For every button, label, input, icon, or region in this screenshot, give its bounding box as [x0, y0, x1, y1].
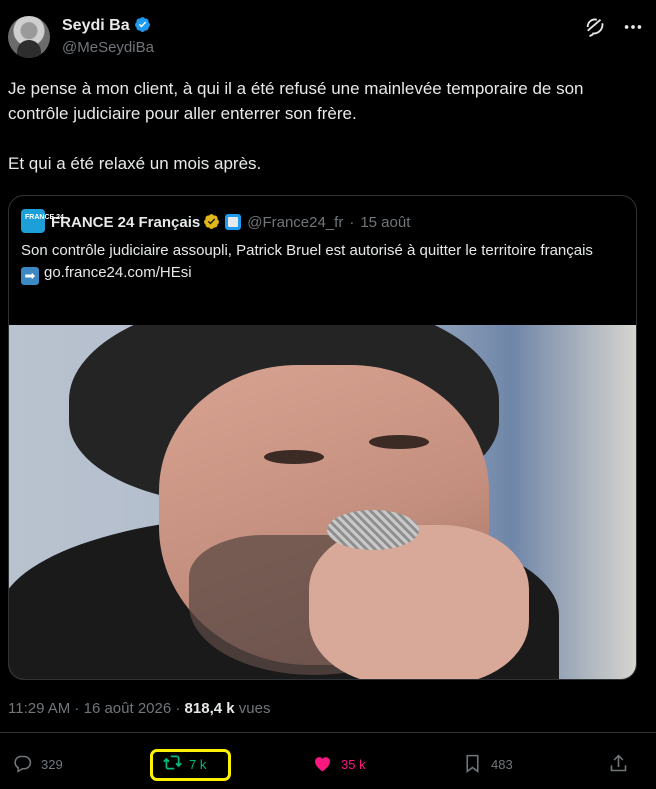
reply-icon: [14, 755, 32, 773]
reply-button[interactable]: 329: [12, 753, 63, 777]
tweet-date[interactable]: 16 août 2026: [84, 700, 172, 717]
grok-icon[interactable]: [584, 16, 606, 38]
france24-logo-text: FRANCE 24: [25, 214, 64, 221]
bookmark-count: 483: [491, 757, 513, 772]
retweet-button[interactable]: 7 k: [150, 749, 231, 781]
bookmark-icon: [466, 754, 479, 773]
share-button[interactable]: [608, 753, 637, 777]
quoted-handle[interactable]: @France24_fr: [247, 214, 343, 231]
quoted-tweet-link-row: ➡ go.france24.com/HEsi: [21, 262, 626, 285]
views-count: 818,4 k: [184, 700, 235, 717]
tweet-meta-line: 11:29 AM · 16 août 2026 · 818,4 k vues: [8, 699, 270, 719]
tweet-author-row: Seydi Ba @MeSeydiBa: [8, 16, 644, 62]
photo-right-eye-shape: [369, 435, 429, 449]
views-label: vues: [234, 700, 271, 717]
tweet-text: Je pense à mon client, à qui il a été re…: [8, 76, 636, 176]
bookmark-button[interactable]: 483: [462, 753, 513, 777]
quoted-tweet-header: FRANCE 24 FRANCE 24 Français @France24_fr ·…: [21, 209, 410, 233]
tweet-time[interactable]: 11:29 AM: [8, 700, 70, 717]
author-name-text[interactable]: Seydi Ba: [62, 17, 130, 34]
photo-microphone-shape: [327, 510, 419, 550]
like-button[interactable]: 35 k: [312, 753, 366, 777]
author-handle[interactable]: @MeSeydiBa: [62, 38, 154, 58]
gold-verified-badge-icon: [204, 214, 220, 229]
meta-separator-1: ·: [70, 700, 84, 717]
photo-left-eye-shape: [264, 450, 324, 464]
quoted-tweet-text: Son contrôle judiciaire assoupli, Patric…: [21, 242, 593, 259]
like-count: 35 k: [341, 757, 366, 772]
quoted-tweet-card[interactable]: FRANCE 24 FRANCE 24 Français @France24_fr ·…: [8, 195, 637, 680]
more-options-icon[interactable]: [622, 16, 644, 38]
photo-hand-shape: [309, 525, 529, 679]
meta-separator-2: ·: [171, 700, 185, 717]
author-avatar[interactable]: [8, 16, 50, 58]
quoted-tweet-body: Son contrôle judiciaire assoupli, Patric…: [21, 240, 626, 285]
retweet-count: 7 k: [189, 757, 207, 772]
retweet-icon: [163, 755, 182, 770]
quoted-date-separator: ·: [349, 214, 355, 231]
author-display-name[interactable]: Seydi Ba: [62, 16, 151, 36]
tweet-action-bar: 329 7 k 35 k 483: [0, 732, 656, 789]
verified-badge-icon: [134, 17, 150, 32]
quoted-tweet-photo[interactable]: [9, 325, 636, 679]
affiliate-badge-icon: [225, 214, 242, 230]
quoted-tweet-link[interactable]: go.france24.com/HEsi: [44, 264, 192, 281]
quoted-date[interactable]: 15 août: [360, 214, 410, 231]
share-icon: [610, 754, 627, 772]
tweet-paragraph-1: Je pense à mon client, à qui il a été re…: [8, 79, 584, 123]
reply-count: 329: [41, 757, 63, 772]
right-arrow-emoji-icon: ➡: [21, 267, 39, 285]
heart-filled-icon: [315, 757, 330, 772]
france24-logo-icon[interactable]: FRANCE 24: [21, 209, 64, 233]
tweet-paragraph-2: Et qui a été relaxé un mois après.: [8, 154, 262, 173]
quoted-display-name[interactable]: FRANCE 24 Français: [51, 214, 200, 231]
